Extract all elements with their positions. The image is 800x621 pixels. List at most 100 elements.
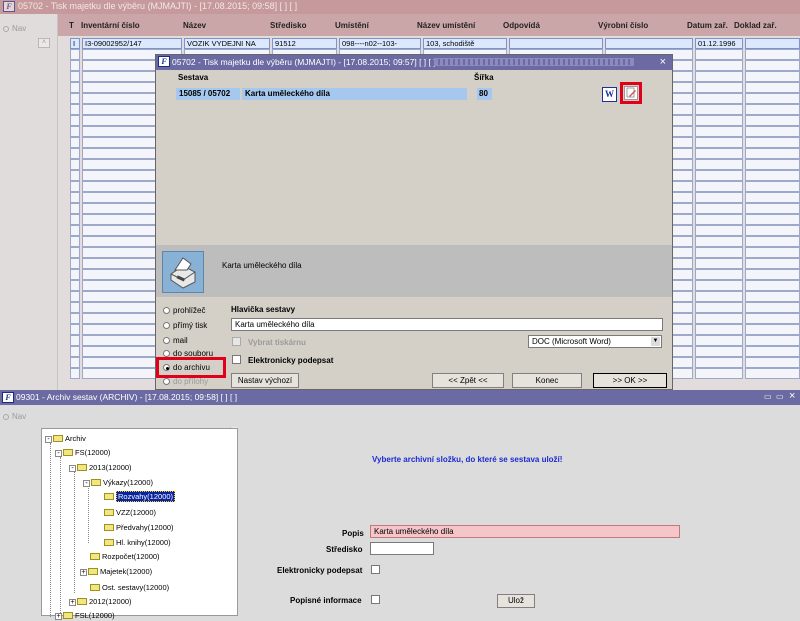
table-cell-stredisko[interactable]: 91512 xyxy=(272,38,337,49)
table-cell-datum[interactable] xyxy=(695,148,743,159)
table-cell-odpovida[interactable] xyxy=(509,38,603,49)
table-cell-doklad[interactable] xyxy=(745,115,800,126)
end-button[interactable]: Konec xyxy=(512,373,582,388)
table-cell-datum[interactable] xyxy=(695,225,743,236)
tree-node-predvahy[interactable]: Předvahy(12000) xyxy=(104,523,174,533)
table-cell-t[interactable] xyxy=(70,291,80,302)
table-cell-doklad[interactable] xyxy=(745,335,800,346)
tree-node-vzz[interactable]: VZZ(12000) xyxy=(104,508,156,518)
radio-mail[interactable]: mail xyxy=(163,336,188,345)
expand-icon[interactable]: + xyxy=(69,599,76,606)
table-cell-doklad[interactable] xyxy=(745,49,800,60)
table-cell-doklad[interactable] xyxy=(745,258,800,269)
radio-do-archivu[interactable]: do archivu xyxy=(163,363,210,372)
table-cell-doklad[interactable] xyxy=(745,269,800,280)
table-cell-doklad[interactable] xyxy=(745,324,800,335)
table-cell-t[interactable] xyxy=(70,357,80,368)
table-cell-datum[interactable] xyxy=(695,170,743,181)
table-cell-t[interactable] xyxy=(70,93,80,104)
set-default-button[interactable]: Nastav výchozí xyxy=(231,373,299,388)
table-cell-t[interactable] xyxy=(70,225,80,236)
table-cell-t[interactable] xyxy=(70,82,80,93)
table-cell-t[interactable] xyxy=(70,159,80,170)
table-cell-datum[interactable] xyxy=(695,280,743,291)
table-cell-doklad[interactable] xyxy=(745,236,800,247)
table-cell-t[interactable] xyxy=(70,115,80,126)
table-cell-datum[interactable] xyxy=(695,302,743,313)
collapse-icon[interactable]: - xyxy=(55,450,62,457)
nav-button[interactable]: Nav xyxy=(3,24,26,33)
table-cell-t[interactable] xyxy=(70,170,80,181)
nav-button[interactable]: Nav xyxy=(3,412,26,421)
table-cell-t[interactable] xyxy=(70,302,80,313)
table-cell-datum[interactable] xyxy=(695,159,743,170)
radio-primy-tisk[interactable]: přímý tisk xyxy=(163,321,207,330)
table-cell-doklad[interactable] xyxy=(745,82,800,93)
table-cell-doklad[interactable] xyxy=(745,203,800,214)
tree-node-ost-sestavy[interactable]: Ost. sestavy(12000) xyxy=(90,583,169,593)
table-cell-doklad[interactable] xyxy=(745,302,800,313)
col-nazev[interactable]: Název xyxy=(183,21,206,30)
col-umisteni[interactable]: Umístění xyxy=(335,21,369,30)
table-cell-datum[interactable] xyxy=(695,236,743,247)
table-cell-doklad[interactable] xyxy=(745,225,800,236)
table-cell-datum[interactable] xyxy=(695,60,743,71)
table-cell-doklad[interactable] xyxy=(745,137,800,148)
radio-prohlizec[interactable]: prohlížeč xyxy=(163,306,205,315)
table-cell-t[interactable] xyxy=(70,335,80,346)
table-cell-t[interactable] xyxy=(70,269,80,280)
archive-esign-checkbox[interactable] xyxy=(371,565,380,574)
table-cell-doklad[interactable] xyxy=(745,71,800,82)
back-button[interactable]: << Zpět << xyxy=(432,373,504,388)
table-cell-t[interactable] xyxy=(70,214,80,225)
table-cell-umisteni[interactable]: 098----n02--103- xyxy=(339,38,421,49)
table-cell-datum[interactable] xyxy=(695,104,743,115)
table-cell-vyrobni[interactable] xyxy=(605,38,693,49)
ok-button[interactable]: >> OK >> xyxy=(593,373,667,388)
expand-icon[interactable]: + xyxy=(55,613,62,620)
format-select[interactable]: DOC (Microsoft Word) ▼ xyxy=(528,335,662,348)
table-cell-doklad[interactable] xyxy=(745,181,800,192)
restore-icon[interactable]: ▭ xyxy=(776,392,784,401)
col-odpovida[interactable]: Odpovídá xyxy=(503,21,540,30)
table-cell-doklad[interactable] xyxy=(745,368,800,379)
table-cell-t[interactable] xyxy=(70,280,80,291)
table-cell-datum[interactable] xyxy=(695,71,743,82)
table-cell-datum[interactable] xyxy=(695,357,743,368)
table-cell-datum[interactable] xyxy=(695,181,743,192)
tree-node-hl-knihy[interactable]: Hl. knihy(12000) xyxy=(104,538,171,548)
collapse-icon[interactable]: - xyxy=(45,436,52,443)
table-cell-t[interactable] xyxy=(70,60,80,71)
header-input[interactable]: Karta uměleckého díla xyxy=(231,318,663,331)
table-cell-datum[interactable] xyxy=(695,247,743,258)
col-doklad-zar[interactable]: Doklad zař. xyxy=(734,21,777,30)
table-cell-t[interactable] xyxy=(70,137,80,148)
table-cell-t[interactable] xyxy=(70,258,80,269)
close-icon[interactable]: × xyxy=(660,56,666,68)
tree-node-fs[interactable]: - FS(12000) xyxy=(55,448,110,458)
col-vyrobni-cislo[interactable]: Výrobní číslo xyxy=(598,21,648,30)
edit-report-icon[interactable] xyxy=(624,86,638,100)
table-cell-doklad[interactable] xyxy=(745,247,800,258)
word-export-icon[interactable]: W xyxy=(602,87,617,102)
col-nazev-umisteni[interactable]: Název umístění xyxy=(417,21,475,30)
table-cell-datum[interactable] xyxy=(695,368,743,379)
table-cell-datum[interactable] xyxy=(695,335,743,346)
table-row[interactable]: I I3-09002952/147 VOZIK VYDEJNI NA 91512 098… xyxy=(66,38,800,49)
expand-icon[interactable]: + xyxy=(80,569,87,576)
table-cell-t[interactable] xyxy=(70,368,80,379)
table-cell-datum[interactable] xyxy=(695,115,743,126)
table-cell-datum[interactable] xyxy=(695,313,743,324)
close-icon[interactable]: × xyxy=(789,390,795,402)
table-cell-datum[interactable] xyxy=(695,324,743,335)
table-cell-datum[interactable] xyxy=(695,126,743,137)
table-cell-datum[interactable] xyxy=(695,93,743,104)
collapse-icon[interactable]: - xyxy=(69,465,76,472)
table-cell-t[interactable] xyxy=(70,104,80,115)
table-cell-datum[interactable] xyxy=(695,258,743,269)
table-cell-t[interactable] xyxy=(70,324,80,335)
table-cell-t[interactable] xyxy=(70,192,80,203)
table-cell-nazev[interactable]: VOZIK VYDEJNI NA xyxy=(184,38,270,49)
sestava-name-cell[interactable]: Karta uměleckého díla xyxy=(242,88,467,100)
table-cell-doklad[interactable] xyxy=(745,38,800,49)
